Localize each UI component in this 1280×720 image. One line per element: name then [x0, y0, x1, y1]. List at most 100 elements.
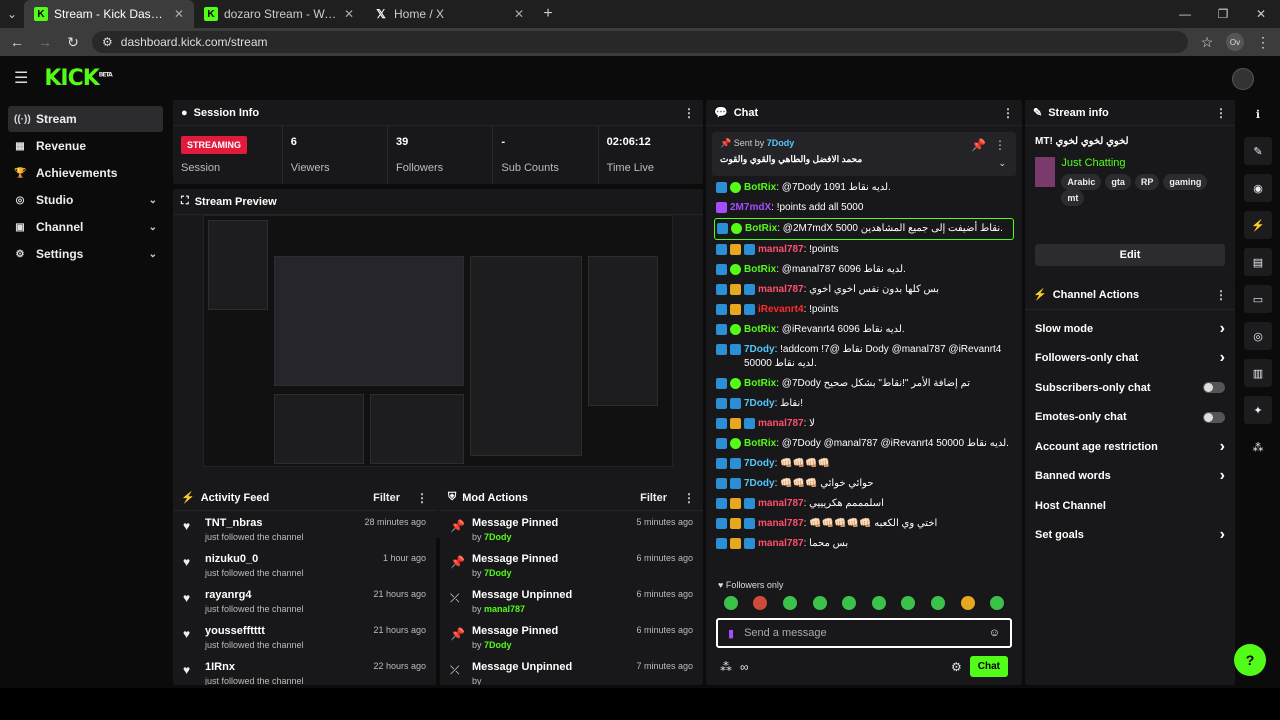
- back-icon[interactable]: ←: [8, 34, 26, 50]
- category-name[interactable]: Just Chatting: [1061, 157, 1225, 169]
- chat-username[interactable]: 7Dody: [744, 458, 775, 469]
- channel-action-banned-words[interactable]: Banned words ›: [1025, 462, 1235, 492]
- emote-icon[interactable]: [842, 596, 857, 610]
- follower-name[interactable]: nizuku0_0: [205, 553, 375, 565]
- browser-tab[interactable]: K Stream - Kick Dashboard ✕: [24, 0, 194, 28]
- channel-action-followers-only-chat[interactable]: Followers-only chat ›: [1025, 344, 1235, 374]
- sidebar-item-stream[interactable]: ((·)) Stream: [8, 106, 163, 132]
- edit-button[interactable]: Edit: [1035, 244, 1225, 266]
- info-icon[interactable]: ℹ: [1244, 100, 1272, 128]
- moderator-name[interactable]: 7Dody: [484, 568, 512, 578]
- follower-name[interactable]: TNT_nbras: [205, 517, 356, 529]
- browser-tab[interactable]: Kdozaro Stream - Watch Live on ✕: [194, 0, 364, 28]
- emote-icon[interactable]: [723, 596, 738, 610]
- more-icon[interactable]: ⋮: [1215, 106, 1227, 120]
- points-icon[interactable]: ⁂: [1244, 433, 1272, 461]
- close-window-icon[interactable]: ✕: [1242, 0, 1280, 28]
- emote-icon[interactable]: [782, 596, 797, 610]
- chat-input[interactable]: ▮ Send a message ☺: [716, 618, 1012, 648]
- hamburger-menu-icon[interactable]: ☰: [14, 68, 28, 88]
- follower-name[interactable]: rayanrg4: [205, 589, 365, 601]
- tag[interactable]: Arabic: [1061, 174, 1102, 190]
- bolt-icon[interactable]: ⚡: [1244, 211, 1272, 239]
- chat-username[interactable]: manal787: [758, 418, 804, 429]
- moderator-name[interactable]: 7Dody: [484, 532, 512, 542]
- chat-settings-icon[interactable]: ⚙: [951, 660, 962, 674]
- edit-icon[interactable]: ✎: [1244, 137, 1272, 165]
- send-chat-button[interactable]: Chat: [969, 656, 1008, 677]
- chat-username[interactable]: 7Dody: [744, 478, 775, 489]
- points-icon[interactable]: ⁂: [720, 660, 732, 674]
- stream-preview-video[interactable]: [203, 215, 673, 467]
- url-field[interactable]: ⚙ dashboard.kick.com/stream: [92, 31, 1188, 53]
- infinity-icon[interactable]: ∞: [740, 660, 749, 674]
- more-icon[interactable]: ⋮: [683, 491, 695, 505]
- sidebar-item-studio[interactable]: ◎ Studio ⌄: [8, 187, 163, 213]
- browser-menu-icon[interactable]: ⋮: [1254, 34, 1272, 51]
- channel-action-emotes-only-chat[interactable]: Emotes-only chat: [1025, 403, 1235, 433]
- more-icon[interactable]: ⋮: [1215, 288, 1227, 302]
- new-tab-button[interactable]: +: [534, 0, 562, 28]
- browser-tab[interactable]: 𝕏 Home / X ✕: [364, 0, 534, 28]
- chat-username[interactable]: BotRix: [744, 182, 776, 193]
- chat-username[interactable]: manal787: [758, 518, 804, 529]
- site-info-icon[interactable]: ⚙: [102, 35, 113, 49]
- emote-icon[interactable]: [960, 596, 975, 610]
- chat-username[interactable]: iRevanrt4: [758, 304, 804, 315]
- emoji-icon[interactable]: ☺: [989, 627, 1000, 639]
- maximize-icon[interactable]: ❐: [1204, 0, 1242, 28]
- close-tab-icon[interactable]: ✕: [514, 7, 524, 21]
- toggle-switch[interactable]: [1203, 411, 1225, 423]
- more-icon[interactable]: ⋮: [994, 138, 1006, 152]
- tag[interactable]: mt: [1061, 190, 1085, 206]
- help-button[interactable]: ?: [1234, 644, 1266, 676]
- filter-button[interactable]: Filter: [640, 492, 667, 504]
- more-icon[interactable]: ⋮: [683, 106, 695, 120]
- chat-username[interactable]: 7Dody: [744, 344, 775, 355]
- pin-icon[interactable]: 📌: [971, 138, 986, 152]
- close-tab-icon[interactable]: ✕: [344, 7, 354, 21]
- forward-icon[interactable]: →: [36, 34, 54, 50]
- close-tab-icon[interactable]: ✕: [174, 7, 184, 21]
- wrench-icon[interactable]: ✦: [1244, 396, 1272, 424]
- layout-icon[interactable]: ▥: [1244, 359, 1272, 387]
- chat-username[interactable]: 2M7mdX: [730, 202, 771, 213]
- chat-username[interactable]: manal787: [758, 284, 804, 295]
- mic-icon[interactable]: ▮: [728, 627, 734, 640]
- sidebar-item-channel[interactable]: ▣ Channel ⌄: [8, 214, 163, 240]
- chat-username[interactable]: BotRix: [745, 223, 777, 234]
- sidebar-item-revenue[interactable]: ▦ Revenue: [8, 133, 163, 159]
- moderator-name[interactable]: manal787: [484, 604, 525, 614]
- document-icon[interactable]: ▤: [1244, 248, 1272, 276]
- tab-search-button[interactable]: ⌄: [0, 0, 24, 28]
- channel-action-set-goals[interactable]: Set goals ›: [1025, 521, 1235, 551]
- emote-icon[interactable]: [753, 596, 768, 610]
- chat-username[interactable]: manal787: [758, 498, 804, 509]
- reload-icon[interactable]: ↻: [64, 34, 82, 51]
- chat-username[interactable]: BotRix: [744, 378, 776, 389]
- chevron-down-icon[interactable]: ⌄: [998, 158, 1006, 169]
- profile-avatar[interactable]: Ov: [1226, 33, 1244, 51]
- more-icon[interactable]: ⋮: [1002, 106, 1014, 120]
- sidebar-item-settings[interactable]: ⚙ Settings ⌄: [8, 241, 163, 267]
- chat-username[interactable]: manal787: [758, 244, 804, 255]
- sidebar-item-achievements[interactable]: 🏆 Achievements: [8, 160, 163, 186]
- channel-action-subscribers-only-chat[interactable]: Subscribers-only chat: [1025, 373, 1235, 403]
- chat-username[interactable]: manal787: [758, 538, 804, 549]
- channel-action-host-channel[interactable]: Host Channel: [1025, 491, 1235, 521]
- channel-action-slow-mode[interactable]: Slow mode ›: [1025, 314, 1235, 344]
- chat-username[interactable]: 7Dody: [744, 398, 775, 409]
- emote-icon[interactable]: [812, 596, 827, 610]
- bookmark-star-icon[interactable]: ☆: [1198, 34, 1216, 51]
- kick-logo[interactable]: KICKBETA: [44, 66, 112, 91]
- chat-username[interactable]: BotRix: [744, 264, 776, 275]
- emote-icon[interactable]: [871, 596, 886, 610]
- tag[interactable]: gta: [1105, 174, 1131, 190]
- tag[interactable]: gaming: [1163, 174, 1208, 190]
- broadcast-icon[interactable]: ◎: [1244, 322, 1272, 350]
- user-avatar[interactable]: [1232, 68, 1254, 90]
- follower-name[interactable]: youssefftttt: [205, 625, 365, 637]
- channel-action-account-age-restriction[interactable]: Account age restriction ›: [1025, 432, 1235, 462]
- follower-name[interactable]: 1IRnx: [205, 661, 365, 673]
- chat-icon[interactable]: ▭: [1244, 285, 1272, 313]
